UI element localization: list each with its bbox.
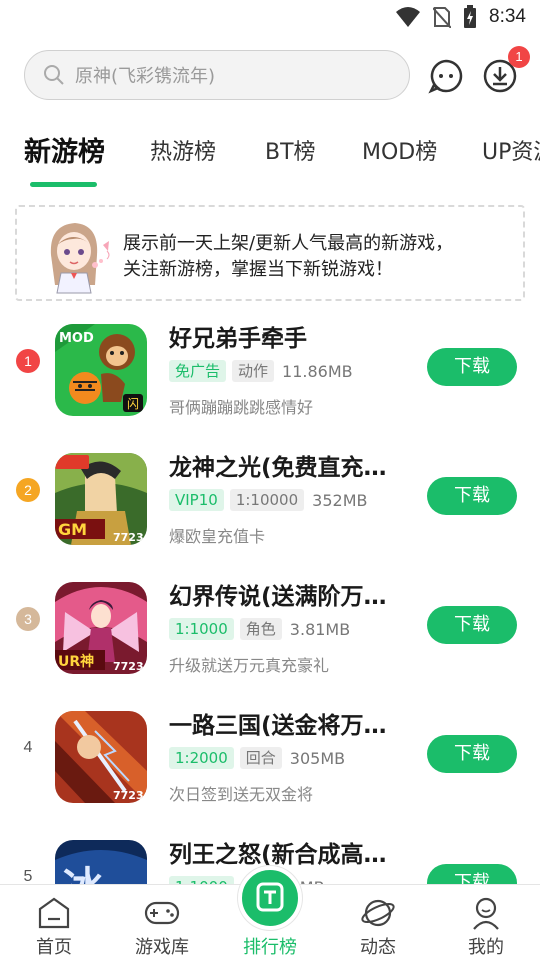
status-bar: 8:34 <box>0 0 540 36</box>
chat-icon <box>428 59 463 94</box>
game-tag-category: 动作 <box>232 360 275 382</box>
ranking-tabs: 新游榜 热游榜 BT榜 MOD榜 UP资源 <box>0 130 540 188</box>
home-icon <box>38 897 70 929</box>
rank-badge: 2 <box>16 478 40 502</box>
game-tag-feature: 1:1000 <box>169 618 234 640</box>
trophy-tag-icon <box>256 882 284 912</box>
game-description: 次日签到送无双金将 <box>169 785 314 804</box>
tab-mod[interactable]: MOD榜 <box>362 134 437 166</box>
download-button[interactable]: 下载 <box>427 735 517 773</box>
planet-icon <box>361 899 395 927</box>
status-time: 8:34 <box>489 6 526 27</box>
svg-text:闪: 闪 <box>127 397 139 411</box>
icon-7723-text: 7723 <box>113 531 144 544</box>
list-item[interactable]: 1 MOD 闪 好兄弟手牵手 免广告 动作 11.86MB 哥俩蹦蹦跳跳感情好 … <box>0 300 540 429</box>
tab-new-games[interactable]: 新游榜 <box>24 130 105 169</box>
search-placeholder: 原神(飞彩镌流年) <box>75 66 216 87</box>
game-tag-category: 回合 <box>239 747 282 769</box>
game-size: 3.81MB <box>289 619 351 639</box>
icon-7723-text: 7723 <box>113 660 144 673</box>
nav-ranking-label: 排行榜 <box>243 937 297 958</box>
download-button[interactable]: 下载 <box>427 477 517 515</box>
game-icon-three-kingdoms[interactable]: 7723 <box>55 711 147 803</box>
rank-number: 4 <box>23 739 33 756</box>
list-item[interactable]: 2 GM 7723 龙神之光(免费直充… VIP10 1:10000 352MB… <box>0 429 540 558</box>
nav-home-label: 首页 <box>36 937 72 958</box>
tab-bt[interactable]: BT榜 <box>265 134 316 166</box>
game-title[interactable]: 列王之怒(新合成高… <box>169 835 399 869</box>
nav-feed[interactable]: 动态 <box>324 885 432 960</box>
tab-hot-games[interactable]: 热游榜 <box>150 134 216 166</box>
nav-profile-label: 我的 <box>468 937 504 958</box>
nav-home[interactable]: 首页 <box>0 885 108 960</box>
game-tag-category: 1:10000 <box>229 489 305 511</box>
game-icon-monkey[interactable]: MOD 闪 <box>55 324 147 416</box>
nav-feed-label: 动态 <box>360 937 396 958</box>
game-size: 352MB <box>312 490 368 510</box>
notice-line-2: 关注新游榜，掌握当下新锐游戏！ <box>123 259 393 280</box>
ranking-center-button[interactable] <box>238 866 302 930</box>
icon-bing-text: 冰 <box>63 864 104 884</box>
wifi-icon <box>396 7 421 27</box>
download-button[interactable]: 下载 <box>427 606 517 644</box>
ranking-notice: 展示前一天上架/更新人气最高的新游戏， 关注新游榜，掌握当下新锐游戏！ <box>15 205 525 301</box>
game-tag-category: 角色 <box>239 618 282 640</box>
list-item[interactable]: 3 UR神 7723 幻界传说(送满阶万… 1:1000 角色 3.81MB 升… <box>0 558 540 687</box>
battery-charging-icon <box>464 5 477 28</box>
mascot-girl-icon <box>50 223 110 294</box>
game-tag-feature: 免广告 <box>169 360 227 382</box>
tab-up-resources[interactable]: UP资源 <box>482 134 540 166</box>
game-icon-fantasy-legend[interactable]: UR神 7723 <box>55 582 147 674</box>
nav-game-library[interactable]: 游戏库 <box>108 885 216 960</box>
download-button[interactable]: 下载 <box>427 348 517 386</box>
download-badge: 1 <box>508 46 530 68</box>
game-description: 升级就送万元真充豪礼 <box>169 656 330 675</box>
icon-ur-text: UR神 <box>58 653 94 670</box>
game-ranking-list: 1 MOD 闪 好兄弟手牵手 免广告 动作 11.86MB 哥俩蹦蹦跳跳感情好 … <box>0 300 540 884</box>
game-title[interactable]: 一路三国(送金将万… <box>169 706 399 740</box>
game-size: 305MB <box>289 748 346 768</box>
notice-line-1: 展示前一天上架/更新人气最高的新游戏， <box>123 233 454 254</box>
game-icon-kings-wrath[interactable]: 冰 <box>55 840 147 884</box>
search-icon <box>44 65 64 85</box>
no-sim-icon <box>433 7 452 28</box>
download-button[interactable]: 下载 <box>427 864 517 884</box>
game-title[interactable]: 好兄弟手牵手 <box>169 319 399 353</box>
icon-mod-text: MOD <box>59 331 94 346</box>
gamepad-icon <box>144 901 180 925</box>
game-title[interactable]: 幻界传说(送满阶万… <box>169 577 399 611</box>
icon-7723-text: 7723 <box>113 789 144 802</box>
game-description: 哥俩蹦蹦跳跳感情好 <box>169 398 314 417</box>
game-title[interactable]: 龙神之光(免费直充… <box>169 448 399 482</box>
list-item[interactable]: 4 7723 一路三国(送金将万… 1:2000 回合 305MB 次日签到送无… <box>0 687 540 816</box>
message-button[interactable] <box>428 58 464 94</box>
nav-game-library-label: 游戏库 <box>135 937 189 958</box>
download-manager-button[interactable]: 1 <box>482 46 530 94</box>
user-icon <box>473 897 499 930</box>
game-icon-dragon-light[interactable]: GM 7723 <box>55 453 147 545</box>
icon-gm-text: GM <box>58 520 87 539</box>
rank-number: 5 <box>23 868 33 884</box>
rank-badge: 1 <box>16 349 40 373</box>
game-size: 11.86MB <box>282 361 353 381</box>
game-tag-feature: 1:2000 <box>169 747 234 769</box>
search-input[interactable]: 原神(飞彩镌流年) <box>24 50 410 100</box>
game-tag-feature: VIP10 <box>169 489 224 511</box>
game-description: 爆欧皇充值卡 <box>169 527 266 546</box>
active-tab-indicator <box>30 182 97 187</box>
nav-profile[interactable]: 我的 <box>432 885 540 960</box>
rank-badge: 3 <box>16 607 40 631</box>
game-tag-feature: 1:1000 <box>169 876 234 884</box>
